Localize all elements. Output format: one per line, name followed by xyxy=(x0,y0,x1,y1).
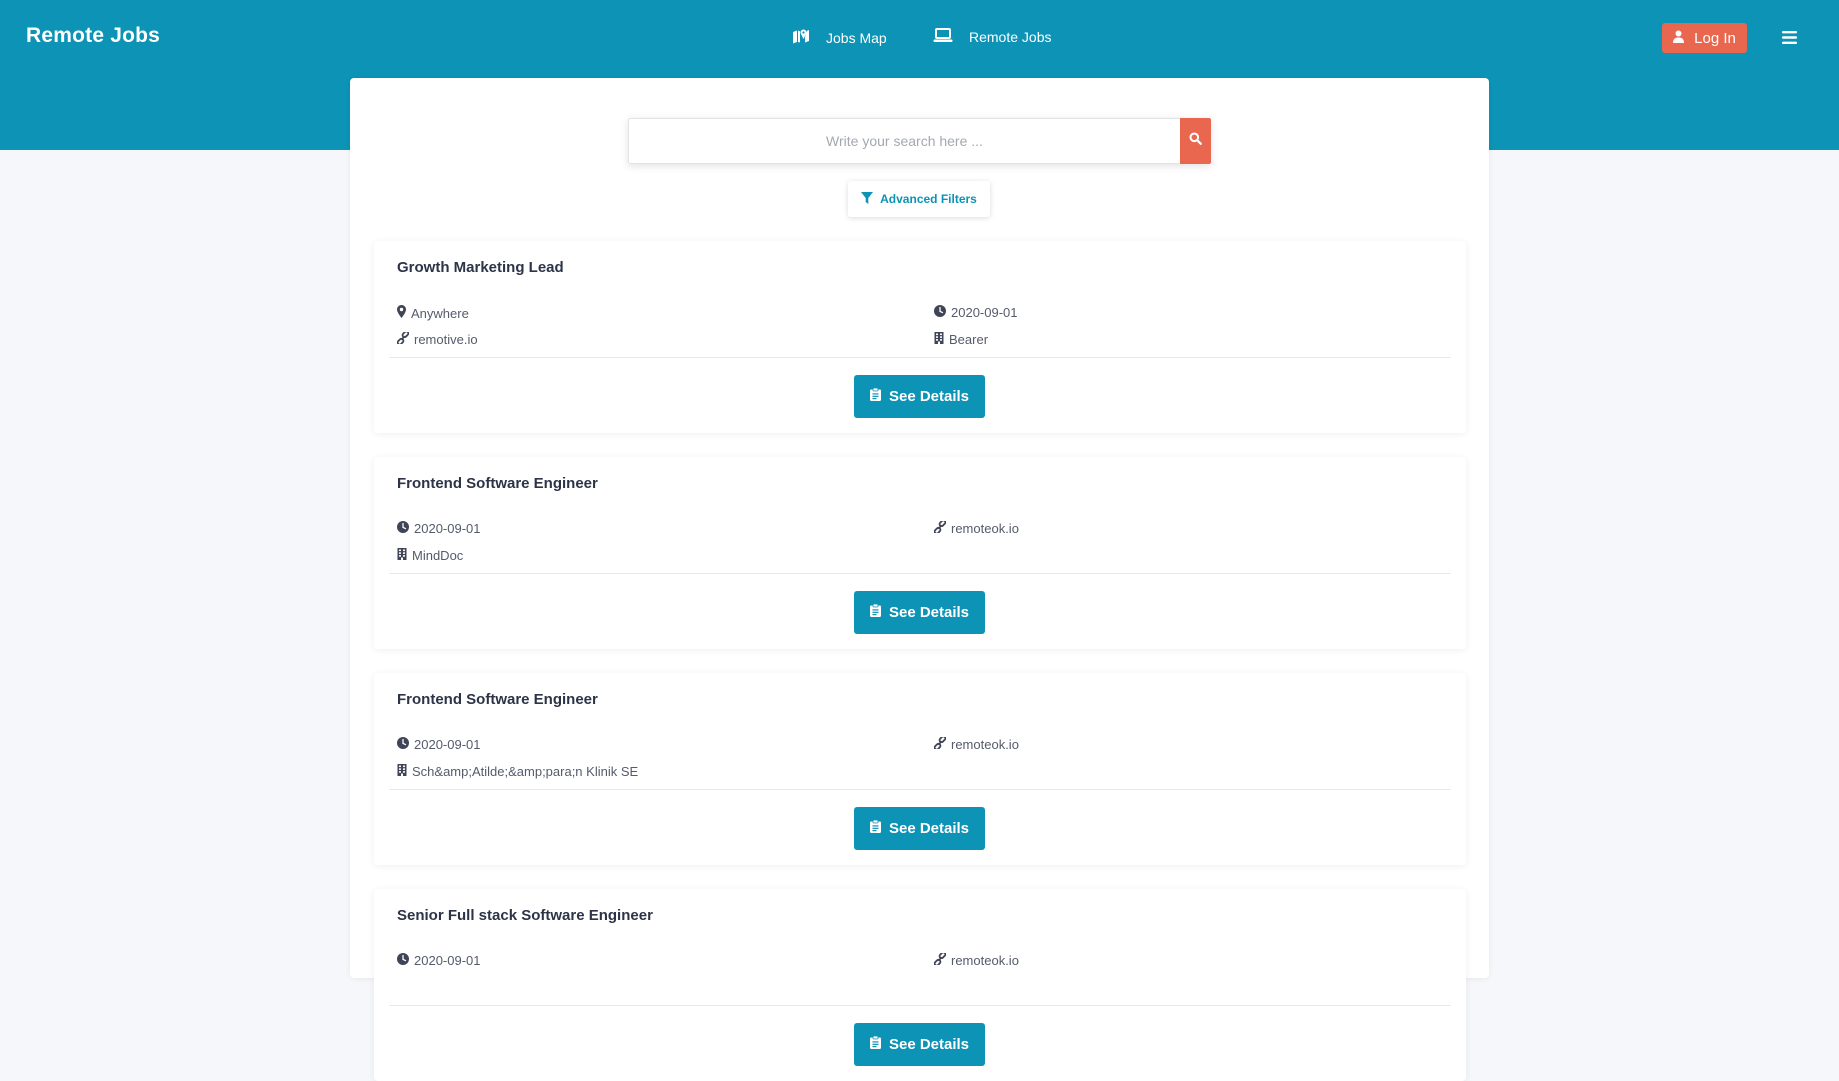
nav-jobs-map-label: Jobs Map xyxy=(826,29,887,46)
laptop-icon xyxy=(933,28,969,46)
search-button[interactable] xyxy=(1180,118,1211,164)
job-meta-item: Bearer xyxy=(934,332,988,347)
job-card: Growth Marketing Lead Anywhere remotive.io… xyxy=(374,241,1466,433)
see-details-button[interactable]: See Details xyxy=(854,375,985,418)
link-icon xyxy=(933,951,951,968)
clipboard-icon xyxy=(869,387,889,405)
job-meta-text: 2020-09-01 xyxy=(414,953,481,968)
job-meta-text: 2020-09-01 xyxy=(414,737,481,752)
clock-icon xyxy=(397,737,414,752)
job-meta-item: 2020-09-01 xyxy=(397,953,481,968)
see-details-button[interactable]: See Details xyxy=(854,1023,985,1066)
nav-jobs-map[interactable]: Jobs Map xyxy=(792,28,887,47)
job-meta-item: remoteok.io xyxy=(933,735,1019,752)
search-bar xyxy=(628,118,1211,164)
link-icon xyxy=(933,735,951,752)
link-icon xyxy=(396,330,414,347)
job-meta-text: 2020-09-01 xyxy=(414,521,481,536)
filter-icon xyxy=(861,191,880,207)
job-meta-text: 2020-09-01 xyxy=(951,305,1018,320)
job-meta-text: remotive.io xyxy=(414,332,478,347)
advanced-filters-label: Advanced Filters xyxy=(880,192,977,206)
job-card: Senior Full stack Software Engineer 2020-… xyxy=(374,889,1466,1081)
clipboard-icon xyxy=(869,603,889,621)
search-input[interactable] xyxy=(628,118,1180,164)
building-icon xyxy=(934,332,949,347)
job-meta-item: 2020-09-01 xyxy=(397,737,481,752)
job-meta-item: 2020-09-01 xyxy=(397,521,481,536)
see-details-label: See Details xyxy=(888,604,970,621)
job-meta-item: Sch&amp;Atilde;&amp;para;n Klinik SE xyxy=(397,764,638,779)
map-icon xyxy=(792,28,826,47)
card-divider xyxy=(389,1005,1451,1006)
hamburger-menu-icon[interactable] xyxy=(1782,31,1797,49)
job-meta-item: Anywhere xyxy=(397,305,469,321)
see-details-label: See Details xyxy=(888,388,970,405)
card-divider xyxy=(389,573,1451,574)
job-title: Growth Marketing Lead xyxy=(397,259,564,276)
job-title: Frontend Software Engineer xyxy=(397,691,598,708)
clipboard-icon xyxy=(869,1035,889,1053)
job-card: Frontend Software Engineer 2020-09-01 Sch&… xyxy=(374,673,1466,865)
nav-remote-jobs-label: Remote Jobs xyxy=(969,29,1052,45)
clock-icon xyxy=(934,305,951,320)
clipboard-icon xyxy=(869,819,889,837)
job-title: Frontend Software Engineer xyxy=(397,475,598,492)
job-meta-text: remoteok.io xyxy=(951,737,1019,752)
login-label: Log In xyxy=(1694,29,1736,47)
login-button[interactable]: Log In xyxy=(1662,23,1747,53)
card-divider xyxy=(389,789,1451,790)
job-meta-item: 2020-09-01 xyxy=(934,305,1018,320)
nav-remote-jobs[interactable]: Remote Jobs xyxy=(933,28,1051,46)
job-title: Senior Full stack Software Engineer xyxy=(397,907,653,924)
job-meta-item: remoteok.io xyxy=(933,951,1019,968)
job-meta-text: remoteok.io xyxy=(951,953,1019,968)
clock-icon xyxy=(397,521,414,536)
job-meta-text: Anywhere xyxy=(411,305,469,321)
advanced-filters-button[interactable]: Advanced Filters xyxy=(848,181,990,217)
see-details-button[interactable]: See Details xyxy=(854,807,985,850)
job-meta-item: MindDoc xyxy=(397,548,463,563)
job-meta-text: Sch&amp;Atilde;&amp;para;n Klinik SE xyxy=(412,764,639,779)
user-icon xyxy=(1673,30,1694,47)
see-details-button[interactable]: See Details xyxy=(854,591,985,634)
link-icon xyxy=(933,519,951,536)
building-icon xyxy=(397,764,412,779)
job-meta-item: remotive.io xyxy=(396,330,478,347)
see-details-label: See Details xyxy=(888,820,970,837)
building-icon xyxy=(397,548,412,563)
search-icon xyxy=(1189,132,1202,150)
clock-icon xyxy=(397,953,414,968)
job-meta-item: remoteok.io xyxy=(933,519,1019,536)
job-meta-text: remoteok.io xyxy=(951,521,1019,536)
see-details-label: See Details xyxy=(888,1036,970,1053)
card-divider xyxy=(389,357,1451,358)
job-meta-text: MindDoc xyxy=(412,548,464,563)
brand-logo[interactable]: Remote Jobs xyxy=(26,24,160,48)
location-pin-icon xyxy=(397,305,411,321)
job-card: Frontend Software Engineer 2020-09-01 Mind… xyxy=(374,457,1466,649)
job-meta-text: Bearer xyxy=(949,332,989,347)
